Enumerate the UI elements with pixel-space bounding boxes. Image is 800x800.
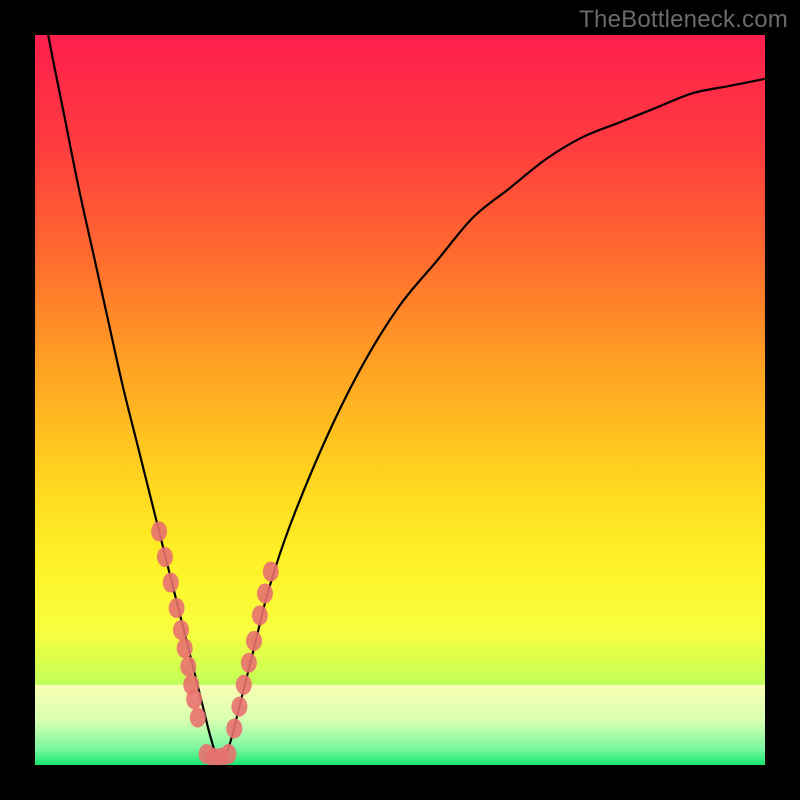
marker-dot — [220, 744, 236, 764]
watermark-text: TheBottleneck.com — [579, 6, 788, 34]
marker-dot — [252, 605, 268, 625]
marker-dot — [257, 583, 273, 603]
gradient-background — [35, 35, 765, 765]
marker-dot — [163, 573, 179, 593]
marker-dot — [173, 620, 189, 640]
outer-frame: TheBottleneck.com — [0, 0, 800, 800]
chart-svg — [35, 35, 765, 765]
plot-area — [35, 35, 765, 765]
bottom-band — [35, 685, 765, 765]
marker-dot — [177, 638, 193, 658]
marker-dot — [180, 656, 196, 676]
marker-dot — [246, 631, 262, 651]
marker-dot — [241, 653, 257, 673]
marker-dot — [169, 598, 185, 618]
marker-dot — [236, 675, 252, 695]
marker-dot — [263, 562, 279, 582]
marker-dot — [151, 521, 167, 541]
marker-dot — [157, 547, 173, 567]
marker-dot — [190, 708, 206, 728]
marker-dot — [226, 719, 242, 739]
marker-dot — [186, 689, 202, 709]
marker-dot — [231, 697, 247, 717]
